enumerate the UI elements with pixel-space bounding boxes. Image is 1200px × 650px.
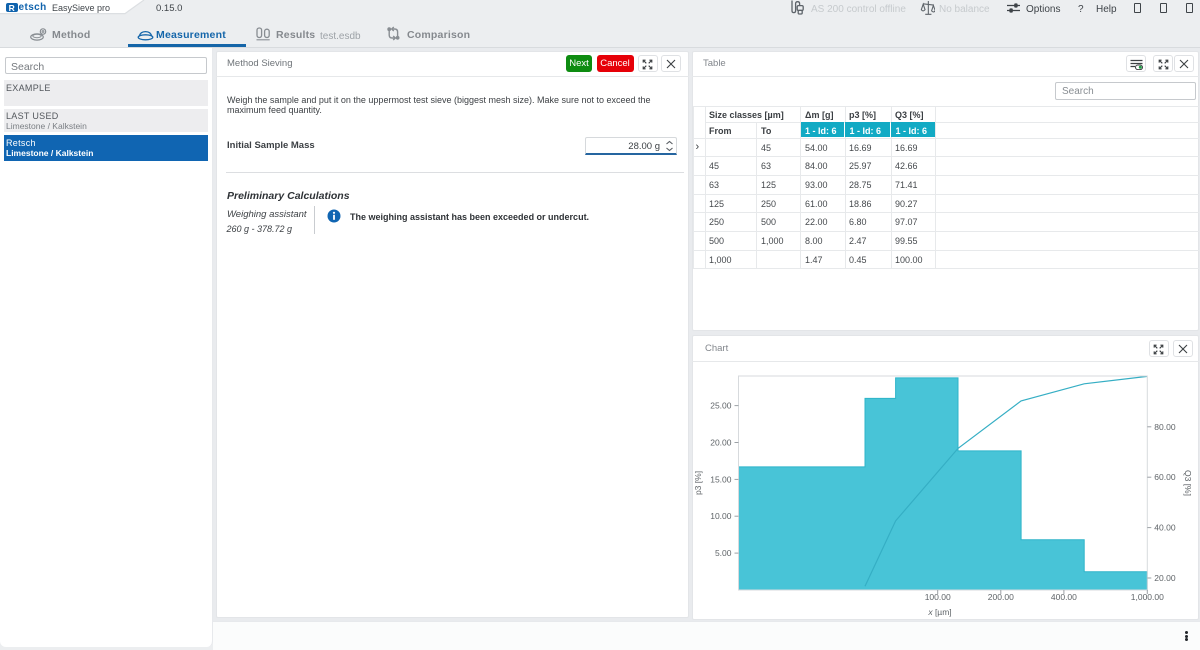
svg-text:20.00: 20.00 bbox=[1154, 573, 1176, 583]
svg-text:60.00: 60.00 bbox=[1154, 472, 1176, 482]
svg-text:400.00: 400.00 bbox=[1051, 592, 1077, 602]
svg-text:15.00: 15.00 bbox=[710, 474, 732, 484]
svg-text:80.00: 80.00 bbox=[1154, 422, 1176, 432]
svg-text:40.00: 40.00 bbox=[1154, 523, 1176, 533]
svg-text:20.00: 20.00 bbox=[710, 438, 732, 448]
svg-text:p3 [%]: p3 [%] bbox=[693, 471, 703, 495]
svg-text:25.00: 25.00 bbox=[710, 401, 732, 411]
svg-text:1,000.00: 1,000.00 bbox=[1131, 592, 1164, 602]
svg-text:100.00: 100.00 bbox=[925, 592, 951, 602]
svg-text:Q3 [%]: Q3 [%] bbox=[1183, 470, 1193, 496]
svg-text:5.00: 5.00 bbox=[715, 548, 732, 558]
svg-text:200.00: 200.00 bbox=[988, 592, 1014, 602]
svg-text:10.00: 10.00 bbox=[710, 511, 732, 521]
svg-text:x [µm]: x [µm] bbox=[927, 607, 951, 617]
